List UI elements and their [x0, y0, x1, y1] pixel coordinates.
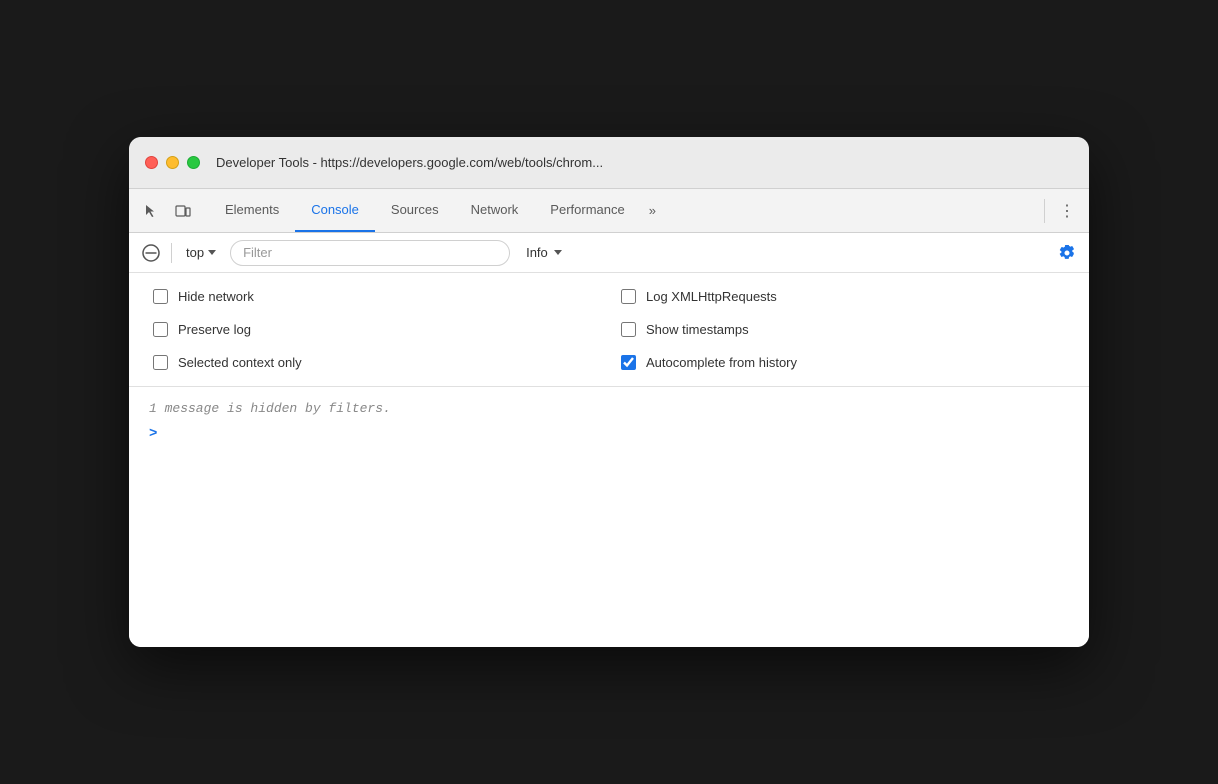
- hide-network-checkbox[interactable]: [153, 289, 168, 304]
- devtools-menu-button[interactable]: ⋮: [1053, 197, 1081, 225]
- selected-context-checkbox[interactable]: [153, 355, 168, 370]
- autocomplete-history-checkbox[interactable]: [621, 355, 636, 370]
- context-dropdown-arrow: [208, 250, 216, 255]
- preserve-log-checkbox[interactable]: [153, 322, 168, 337]
- log-level-selector[interactable]: Info: [516, 243, 572, 262]
- tab-elements[interactable]: Elements: [209, 189, 295, 232]
- log-xmlhttp-option[interactable]: Log XMLHttpRequests: [621, 289, 1065, 304]
- level-dropdown-arrow: [554, 250, 562, 255]
- settings-col-left: Hide network Preserve log Selected conte…: [153, 289, 597, 370]
- console-settings-button[interactable]: [1053, 239, 1081, 267]
- hidden-message: 1 message is hidden by filters.: [129, 395, 1089, 422]
- settings-row: Hide network Preserve log Selected conte…: [153, 289, 1065, 370]
- tab-bar: Elements Console Sources Network Perform…: [129, 189, 1089, 233]
- autocomplete-history-label: Autocomplete from history: [646, 355, 797, 370]
- tab-network[interactable]: Network: [455, 189, 535, 232]
- clear-icon: [142, 244, 160, 262]
- preserve-log-label: Preserve log: [178, 322, 251, 337]
- device-toggle-button[interactable]: [169, 197, 197, 225]
- hide-network-option[interactable]: Hide network: [153, 289, 597, 304]
- log-xmlhttp-label: Log XMLHttpRequests: [646, 289, 777, 304]
- selected-context-label: Selected context only: [178, 355, 302, 370]
- gear-icon: [1058, 244, 1076, 262]
- autocomplete-history-option[interactable]: Autocomplete from history: [621, 355, 1065, 370]
- devtools-toolbar-icons: [137, 197, 197, 225]
- titlebar: Developer Tools - https://developers.goo…: [129, 137, 1089, 189]
- settings-panel: Hide network Preserve log Selected conte…: [129, 273, 1089, 387]
- console-prompt[interactable]: >: [129, 422, 1089, 446]
- selected-context-option[interactable]: Selected context only: [153, 355, 597, 370]
- hide-network-label: Hide network: [178, 289, 254, 304]
- close-button[interactable]: [145, 156, 158, 169]
- settings-col-right: Log XMLHttpRequests Show timestamps Auto…: [621, 289, 1065, 370]
- tab-console[interactable]: Console: [295, 189, 375, 232]
- inspect-element-button[interactable]: [137, 197, 165, 225]
- traffic-lights: [145, 156, 200, 169]
- minimize-button[interactable]: [166, 156, 179, 169]
- filter-input[interactable]: [230, 240, 510, 266]
- device-toggle-icon: [175, 203, 191, 219]
- devtools-window: Developer Tools - https://developers.goo…: [129, 137, 1089, 647]
- log-xmlhttp-checkbox[interactable]: [621, 289, 636, 304]
- tab-more-button[interactable]: »: [641, 189, 664, 232]
- context-selector[interactable]: top: [178, 243, 224, 262]
- prompt-caret: >: [149, 426, 157, 442]
- show-timestamps-option[interactable]: Show timestamps: [621, 322, 1065, 337]
- preserve-log-option[interactable]: Preserve log: [153, 322, 597, 337]
- cursor-icon: [143, 203, 159, 219]
- tab-performance[interactable]: Performance: [534, 189, 640, 232]
- console-output: 1 message is hidden by filters. >: [129, 387, 1089, 647]
- maximize-button[interactable]: [187, 156, 200, 169]
- tabs-container: Elements Console Sources Network Perform…: [209, 189, 1036, 232]
- devtools-panel: Elements Console Sources Network Perform…: [129, 189, 1089, 647]
- tab-sources[interactable]: Sources: [375, 189, 455, 232]
- show-timestamps-label: Show timestamps: [646, 322, 749, 337]
- console-toolbar: top Info: [129, 233, 1089, 273]
- show-timestamps-checkbox[interactable]: [621, 322, 636, 337]
- clear-console-button[interactable]: [137, 239, 165, 267]
- toolbar-divider-1: [171, 243, 172, 263]
- window-title: Developer Tools - https://developers.goo…: [216, 155, 603, 170]
- tab-separator: [1044, 199, 1045, 223]
